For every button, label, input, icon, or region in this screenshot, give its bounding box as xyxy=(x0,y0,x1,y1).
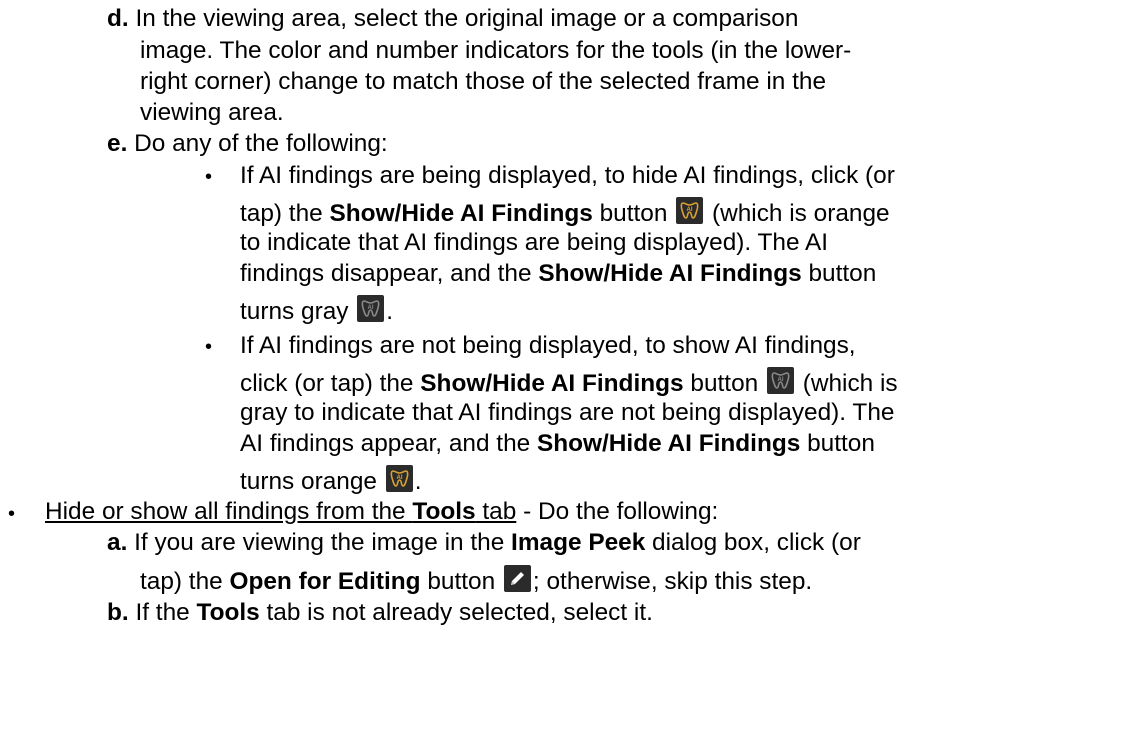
show-hide-ai-findings-label: Show/Hide AI Findings xyxy=(536,430,801,457)
text-run: tap) the xyxy=(140,568,230,595)
step-e-line: e. Do any of the following: xyxy=(107,129,388,159)
hide-ai-line-5: turns gray AI. xyxy=(240,295,393,327)
svg-text:AI: AI xyxy=(777,377,783,383)
svg-text:AI: AI xyxy=(368,305,374,311)
tools-section-link[interactable]: Hide or show all findings from the Tools… xyxy=(45,498,516,525)
hide-ai-line-2: tap) the Show/Hide AI Findings button AI… xyxy=(240,197,890,229)
text-run: If the xyxy=(135,599,197,626)
text-run: button xyxy=(800,430,875,457)
step-d-marker: d. xyxy=(107,5,129,32)
step-e-marker: e. xyxy=(107,130,128,157)
tools-step-b-line: b. If the Tools tab is not already selec… xyxy=(107,598,653,628)
bullet-dot: • xyxy=(205,336,213,358)
text-run: button xyxy=(592,200,675,227)
step-d-line-3: right corner) change to match those of t… xyxy=(140,68,827,95)
text-run: dialog box, click (or xyxy=(645,529,861,556)
text-run: click (or tap) the xyxy=(240,370,421,397)
text-run: findings disappear, and the xyxy=(240,260,539,287)
text-run: . xyxy=(414,468,422,495)
bullet-dot: • xyxy=(205,166,213,188)
text-run: If you are viewing the image in the xyxy=(134,529,512,556)
show-ai-line-5: turns orange AI. xyxy=(240,465,422,497)
text-run: button xyxy=(420,568,502,595)
text-run: Hide or show all findings from the xyxy=(45,498,413,525)
text-run: ; otherwise, skip this step. xyxy=(532,568,813,595)
text-run: - Do the following: xyxy=(516,498,719,525)
show-hide-ai-findings-label: Show/Hide AI Findings xyxy=(329,200,593,227)
text-run: (which is orange xyxy=(705,200,890,227)
text-run: . xyxy=(386,298,394,325)
ai-findings-gray-icon: AI xyxy=(357,295,385,322)
hide-ai-line-1: If AI findings are being displayed, to h… xyxy=(240,162,895,189)
open-for-editing-label: Open for Editing xyxy=(229,568,421,595)
step-d-line-2: image. The color and number indicators f… xyxy=(140,37,852,64)
tools-section-heading: Hide or show all findings from the Tools… xyxy=(45,497,718,527)
svg-text:AI: AI xyxy=(687,207,693,213)
text-run: tab xyxy=(475,498,517,525)
text-run: tab is not already selected, select it. xyxy=(259,599,653,626)
tools-step-a-line-2: tap) the Open for Editing button ; other… xyxy=(140,565,812,597)
text-run: turns orange xyxy=(240,468,384,495)
text-run: turns gray xyxy=(240,298,356,325)
step-d-text-1: In the viewing area, select the original… xyxy=(135,5,799,32)
step-a-marker: a. xyxy=(107,529,128,556)
tools-step-a-line-1: a. If you are viewing the image in the I… xyxy=(107,528,861,558)
ai-findings-orange-icon: AI xyxy=(385,465,413,492)
show-hide-ai-findings-label: Show/Hide AI Findings xyxy=(420,370,684,397)
svg-text:AI: AI xyxy=(396,475,402,481)
ai-findings-gray-icon: AI xyxy=(766,367,794,394)
step-d-line-4: viewing area. xyxy=(140,99,284,126)
hide-ai-line-4: findings disappear, and the Show/Hide AI… xyxy=(240,259,876,289)
show-ai-line-4: AI findings appear, and the Show/Hide AI… xyxy=(240,429,875,459)
hide-ai-line-3: to indicate that AI findings are being d… xyxy=(240,229,829,256)
document-page: d. In the viewing area, select the origi… xyxy=(0,0,1124,751)
text-run: button xyxy=(683,370,765,397)
show-ai-line-3: gray to indicate that AI findings are no… xyxy=(240,399,895,426)
tools-tab-label: Tools xyxy=(196,599,260,626)
show-ai-line-2: click (or tap) the Show/Hide AI Findings… xyxy=(240,367,898,399)
tools-tab-label: Tools xyxy=(412,498,476,525)
text-run: (which is xyxy=(795,370,898,397)
step-b-marker: b. xyxy=(107,599,129,626)
show-ai-line-1: If AI findings are not being displayed, … xyxy=(240,332,856,359)
text-run: button xyxy=(801,260,877,287)
text-run: AI findings appear, and the xyxy=(240,430,537,457)
pencil-icon xyxy=(503,565,531,592)
image-peek-label: Image Peek xyxy=(511,529,646,556)
ai-findings-orange-icon: AI xyxy=(676,197,704,224)
show-hide-ai-findings-label: Show/Hide AI Findings xyxy=(538,260,802,287)
step-d-line-1: d. In the viewing area, select the origi… xyxy=(107,4,798,34)
bullet-dot: • xyxy=(8,503,16,525)
text-run: tap) the xyxy=(240,200,330,227)
step-e-text: Do any of the following: xyxy=(134,130,388,157)
